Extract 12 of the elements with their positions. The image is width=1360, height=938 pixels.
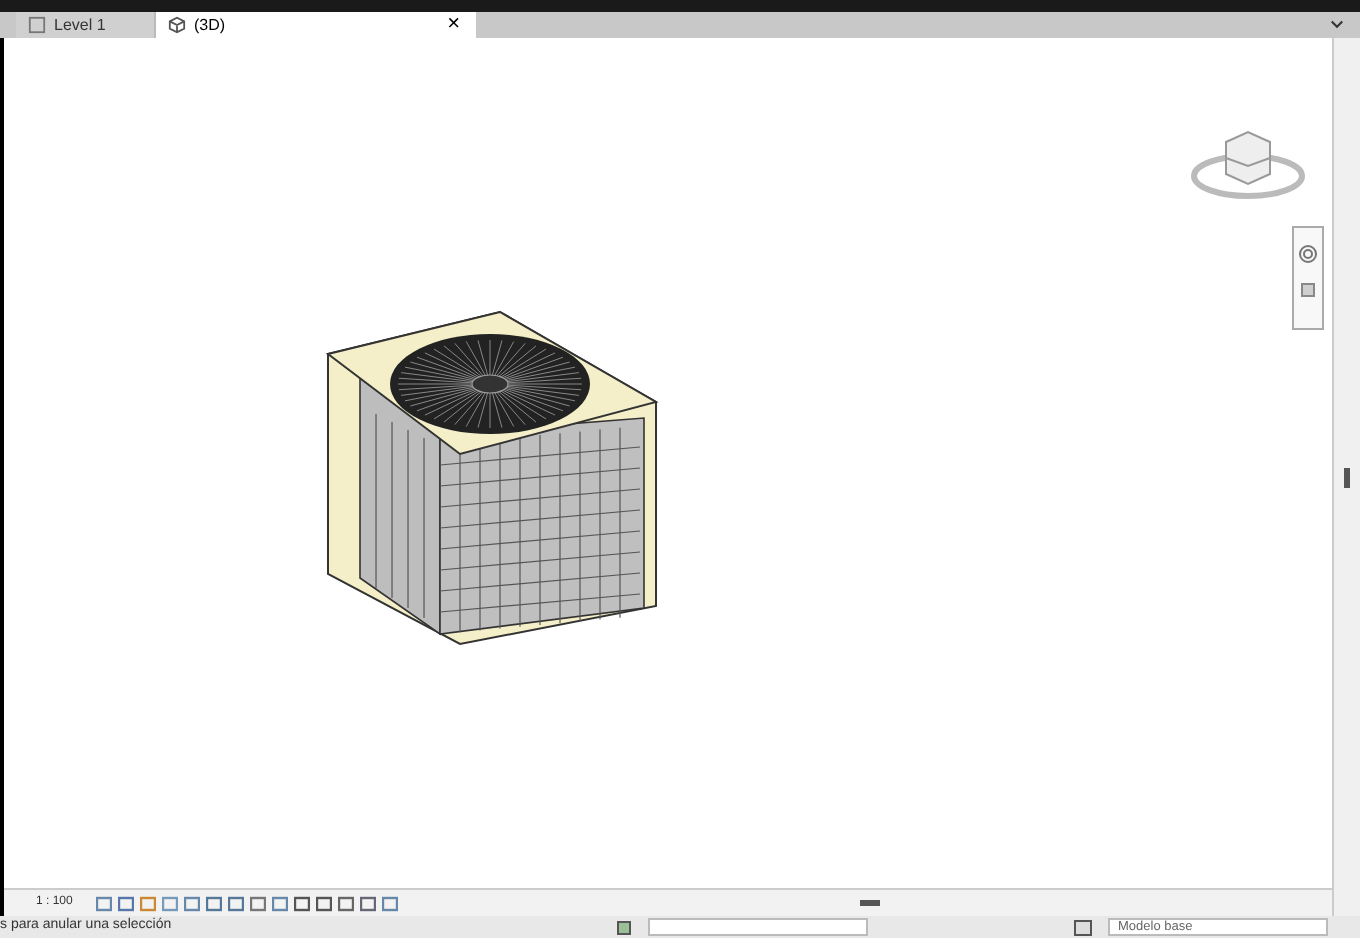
workset-field[interactable]	[648, 918, 868, 936]
dropdown-icon[interactable]	[1330, 18, 1344, 32]
close-button[interactable]: ×	[443, 14, 464, 36]
navigation-bar[interactable]	[1292, 226, 1324, 330]
view-tab[interactable]: Level 1	[16, 12, 156, 38]
plan-icon	[28, 16, 46, 34]
cube-icon	[168, 16, 186, 34]
view-tab[interactable]: (3D) ×	[156, 12, 476, 38]
vertical-scroll-thumb[interactable]	[1344, 467, 1350, 487]
tab-label: (3D)	[194, 13, 228, 37]
horizontal-scroll-thumb[interactable]	[860, 900, 880, 906]
tab-label: Level 1	[54, 13, 108, 37]
